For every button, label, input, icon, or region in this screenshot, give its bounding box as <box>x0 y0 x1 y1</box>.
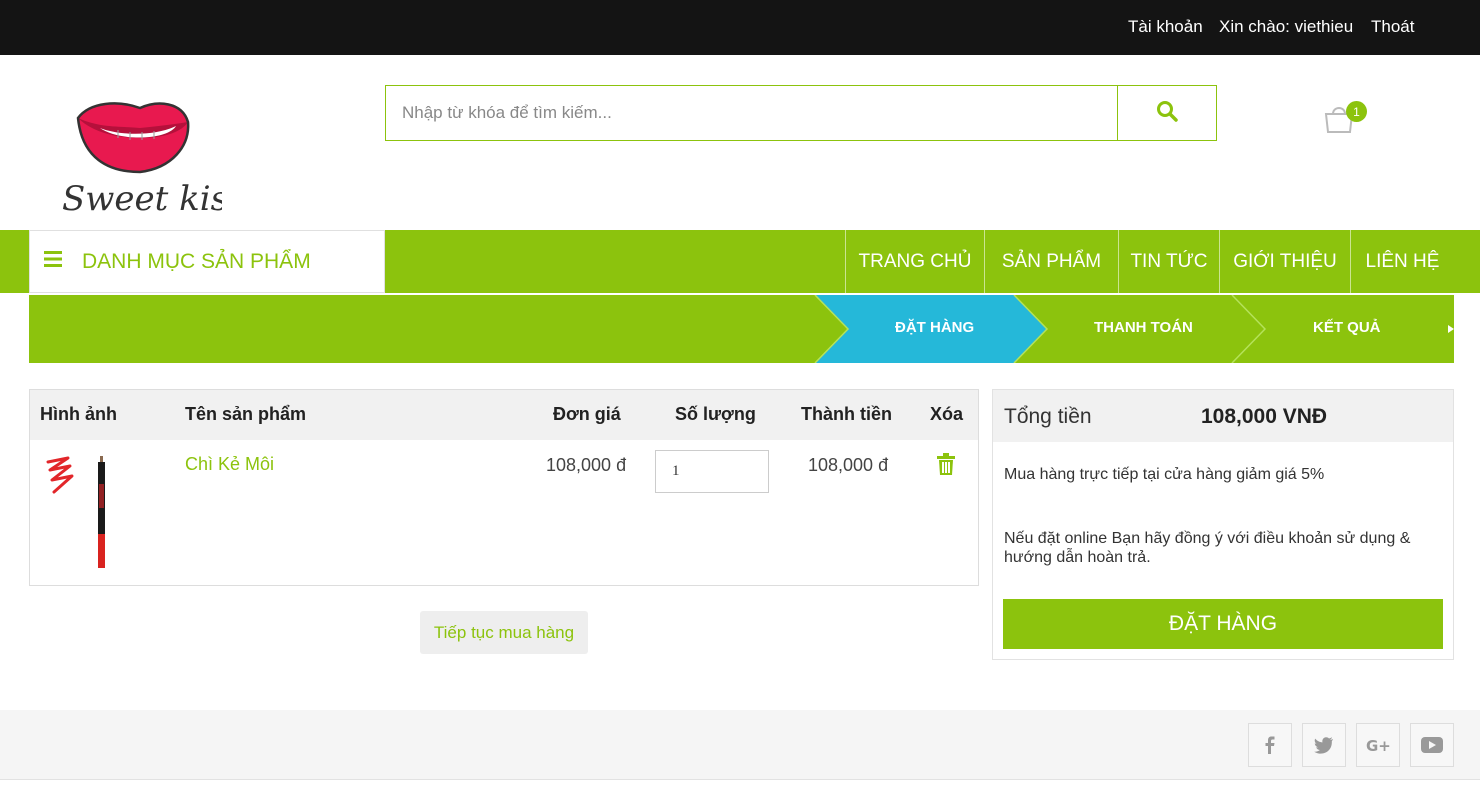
nav-about[interactable]: GIỚI THIỆU <box>1219 230 1350 293</box>
header-image: Hình ảnh <box>40 404 117 424</box>
greeting-link[interactable]: Xin chào: viethieu <box>1219 17 1353 37</box>
search-button[interactable] <box>1117 86 1216 140</box>
product-image[interactable] <box>44 454 124 574</box>
twitter-icon[interactable] <box>1302 723 1346 767</box>
trash-icon[interactable] <box>936 453 956 475</box>
nav-links: TRANG CHỦ SẢN PHẨM TIN TỨC GIỚI THIỆU LI… <box>845 230 1454 293</box>
account-link[interactable]: Tài khoản <box>1128 17 1203 37</box>
place-order-button[interactable]: ĐẶT HÀNG <box>1003 599 1443 649</box>
google-plus-icon[interactable]: G+ <box>1356 723 1400 767</box>
continue-shopping-button[interactable]: Tiếp tục mua hàng <box>420 611 588 654</box>
product-name-link[interactable]: Chì Kẻ Môi <box>185 454 274 475</box>
nav-home[interactable]: TRANG CHỦ <box>845 230 984 293</box>
header-delete: Xóa <box>930 404 964 424</box>
online-terms-note: Nếu đặt online Bạn hãy đồng ý với điều k… <box>1004 530 1411 566</box>
facebook-icon[interactable] <box>1248 723 1292 767</box>
summary-header: Tổng tiền 108,000 VNĐ <box>993 390 1453 442</box>
shopping-bag-icon <box>1321 107 1357 140</box>
unit-price: 108,000 đ <box>546 455 627 475</box>
search-input[interactable] <box>386 86 1117 140</box>
youtube-icon[interactable] <box>1410 723 1454 767</box>
summary-total: 108,000 VNĐ <box>1201 405 1328 428</box>
header-subtotal: Thành tiền <box>801 404 892 424</box>
nav-products[interactable]: SẢN PHẨM <box>984 230 1118 293</box>
header-quantity: Số lượng <box>675 404 756 424</box>
site-logo[interactable]: Sweet kiss <box>60 98 245 219</box>
step-order: ĐẶT HÀNG <box>895 319 975 336</box>
footer: G+ <box>0 710 1480 780</box>
top-bar: Tài khoản Xin chào: viethieu Thoát <box>0 0 1480 55</box>
step-payment: THANH TOÁN <box>1094 319 1193 336</box>
quantity-input[interactable] <box>655 450 769 493</box>
header-unit-price: Đơn giá <box>553 404 621 424</box>
cart-count-badge: 1 <box>1346 101 1367 122</box>
order-summary: Tổng tiền 108,000 VNĐ Mua hàng trực tiếp… <box>992 389 1454 660</box>
category-menu-button[interactable]: DANH MỤC SẢN PHẨM <box>29 230 385 293</box>
svg-text:G+: G+ <box>1366 737 1390 753</box>
search-icon <box>1156 100 1178 127</box>
summary-title: Tổng tiền <box>1004 405 1092 428</box>
search-bar <box>385 85 1217 141</box>
checkout-steps: ĐẶT HÀNG THANH TOÁN KẾT QUẢ <box>29 295 1454 363</box>
category-menu-label: DANH MỤC SẢN PHẨM <box>82 249 311 273</box>
header-product-name: Tên sản phẩm <box>185 404 307 424</box>
main-nav: DANH MỤC SẢN PHẨM TRANG CHỦ SẢN PHẨM TIN… <box>0 230 1480 293</box>
logout-link[interactable]: Thoát <box>1371 17 1414 37</box>
table-header: Hình ảnh Tên sản phẩm Đơn giá Số lượng T… <box>30 390 978 440</box>
store-discount-note: Mua hàng trực tiếp tại cửa hàng giảm giá… <box>1004 466 1325 483</box>
cart-table: Hình ảnh Tên sản phẩm Đơn giá Số lượng T… <box>29 389 979 586</box>
logo-text: Sweet kiss <box>62 179 222 218</box>
step-result: KẾT QUẢ <box>1313 319 1381 336</box>
menu-icon <box>44 251 62 272</box>
nav-contact[interactable]: LIÊN HỆ <box>1350 230 1454 293</box>
subtotal-price: 108,000 đ <box>808 455 889 475</box>
nav-news[interactable]: TIN TỨC <box>1118 230 1219 293</box>
